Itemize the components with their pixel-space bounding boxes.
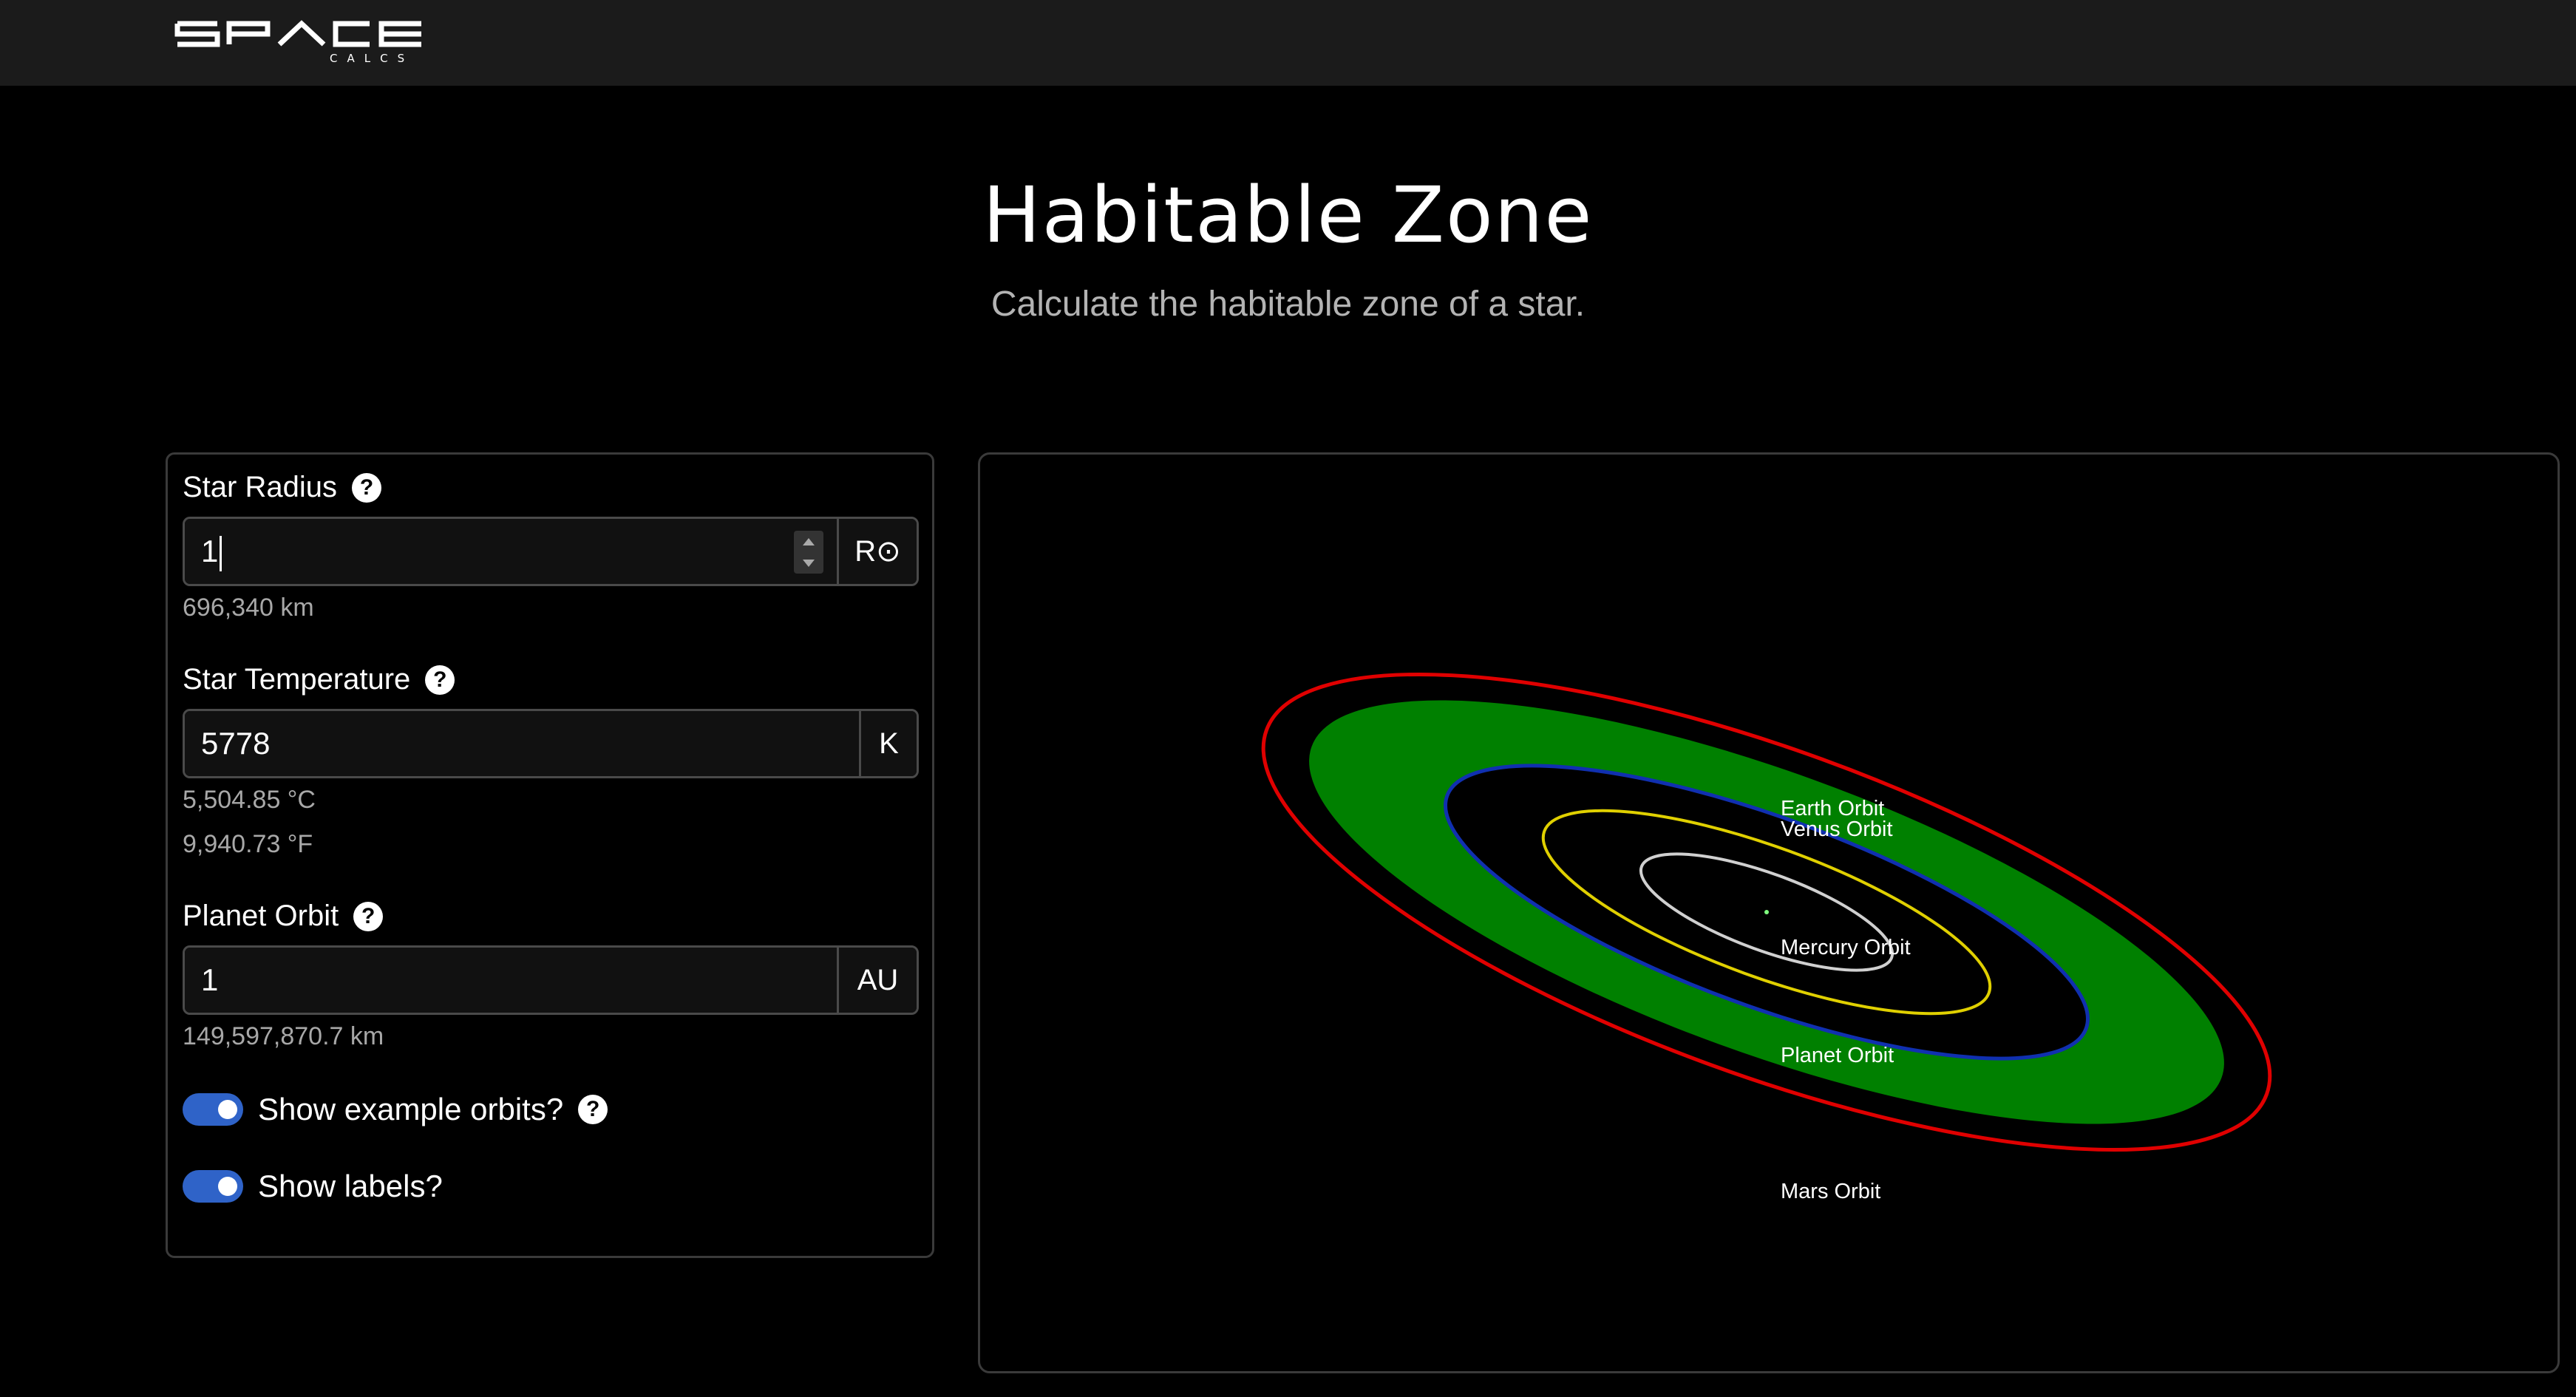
star-temperature-unit: K — [859, 711, 917, 776]
star-radius-value: 1 — [201, 534, 219, 568]
planet-orbit-label: Planet Orbit — [1781, 1044, 1894, 1067]
star-temperature-fahrenheit-hint: 9,940.73 °F — [183, 830, 313, 858]
mars-orbit-label: Mars Orbit — [1781, 1180, 1880, 1203]
planet-orbit-input-group: 1 AU — [183, 945, 919, 1015]
star-temperature-help-icon[interactable]: ? — [425, 664, 455, 695]
star-marker — [1764, 910, 1769, 914]
star-temperature-label-row: Star Temperature ? — [183, 663, 455, 696]
number-stepper[interactable] — [794, 531, 823, 574]
text-caret — [220, 535, 222, 571]
show-labels-label: Show labels? — [258, 1169, 443, 1203]
show-example-orbits-help-icon[interactable]: ? — [578, 1095, 608, 1124]
planet-orbit-label-row: Planet Orbit ? — [183, 900, 384, 933]
stepper-up-icon[interactable] — [803, 537, 815, 545]
page-title: Habitable Zone — [982, 170, 1594, 260]
star-temperature-input[interactable]: 5778 — [185, 711, 859, 776]
calculator-form: Star Radius ? 1 R⊙ 696,340 km Star Tempe… — [166, 452, 934, 1258]
star-temperature-input-group: 5778 K — [183, 709, 919, 778]
show-example-orbits-toggle[interactable] — [183, 1093, 243, 1126]
orbit-canvas[interactable]: Earth Orbit Venus Orbit Mercury Orbit Pl… — [980, 455, 2560, 1373]
star-radius-km-hint: 696,340 km — [183, 594, 314, 622]
planet-orbit-km-hint: 149,597,870.7 km — [183, 1022, 384, 1050]
logo-graphic: CALCS — [174, 20, 421, 65]
top-navbar: CALCS — [0, 0, 2576, 86]
star-radius-unit: R⊙ — [837, 519, 917, 584]
logo-subtext: CALCS — [330, 52, 414, 65]
star-radius-label: Star Radius — [183, 471, 337, 503]
show-labels-row: Show labels? — [183, 1169, 443, 1204]
planet-orbit-help-icon[interactable]: ? — [353, 901, 384, 931]
planet-orbit-input[interactable]: 1 — [185, 948, 837, 1013]
star-temperature-celsius-hint: 5,504.85 °C — [183, 786, 316, 814]
star-temperature-label: Star Temperature — [183, 663, 411, 696]
show-labels-toggle[interactable] — [183, 1170, 243, 1203]
star-radius-help-icon[interactable]: ? — [351, 472, 381, 503]
page-subtitle: Calculate the habitable zone of a star. — [990, 285, 1586, 324]
show-example-orbits-label: Show example orbits? — [258, 1092, 564, 1126]
show-example-orbits-row: Show example orbits? ? — [183, 1092, 608, 1127]
planet-orbit-unit: AU — [837, 948, 917, 1013]
mercury-orbit-label: Mercury Orbit — [1781, 936, 1911, 959]
stepper-down-icon[interactable] — [803, 559, 815, 567]
space-calcs-logo[interactable]: CALCS — [174, 18, 426, 67]
venus-orbit-label: Venus Orbit — [1781, 818, 1893, 841]
star-radius-input[interactable]: 1 — [185, 519, 837, 584]
planet-orbit-label: Planet Orbit — [183, 900, 339, 932]
habitable-zone-visualization[interactable]: Earth Orbit Venus Orbit Mercury Orbit Pl… — [978, 452, 2560, 1373]
star-radius-label-row: Star Radius ? — [183, 471, 381, 504]
star-radius-input-group: 1 R⊙ — [183, 517, 919, 586]
